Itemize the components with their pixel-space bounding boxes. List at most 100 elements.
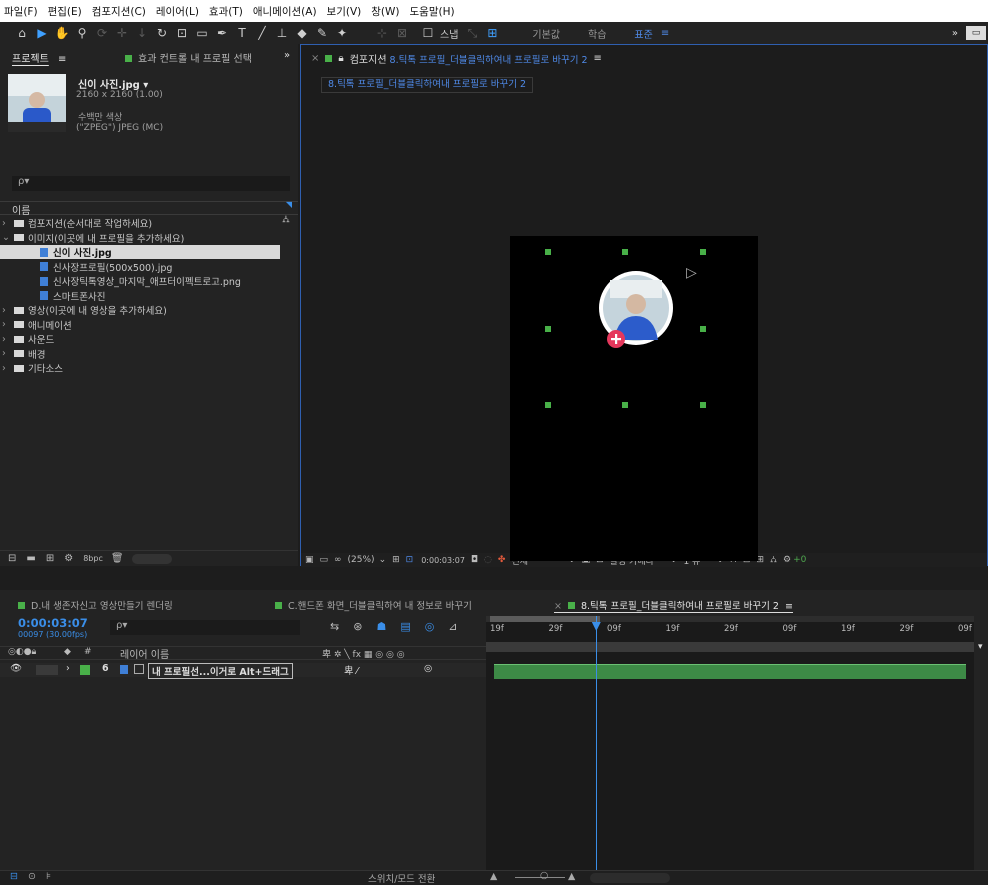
expand-arrow-icon[interactable]: › [2, 334, 14, 345]
menu-item[interactable]: 효과(T) [209, 4, 243, 19]
comp-canvas[interactable] [510, 236, 758, 561]
comp-timecode[interactable]: 0:00:03:07 [421, 556, 465, 565]
region-of-interest-icon[interactable]: ⊡ [406, 555, 414, 565]
expand-arrow-icon[interactable]: › [2, 218, 14, 229]
transform-handle[interactable] [700, 402, 706, 408]
comp-tab-menu[interactable]: ≡ [594, 53, 602, 64]
timeline-tab[interactable]: × 8.틱톡 프로필_더블클릭하여내 프로필로 바꾸기 2 ≡ [554, 598, 793, 613]
layer-expand-icon[interactable]: › [66, 663, 70, 674]
snap-checkbox[interactable]: ☐ [420, 25, 436, 41]
timeline-timecode[interactable]: 0:00:03:07 [18, 616, 88, 630]
pan-tool-icon[interactable]: ✛ [114, 25, 130, 41]
file-item[interactable]: 신사장틱톡영상_마지막_애프터이펙트로고.png [0, 274, 298, 288]
timeline-tracks[interactable]: 19f 29f 09f 19f 29f 09f 19f 29f 09f [486, 616, 974, 878]
search-help-icon[interactable]: ▭ [966, 26, 986, 40]
rectangle-tool-icon[interactable]: ▭ [194, 25, 210, 41]
snap-option-icon[interactable]: ⤡ [464, 25, 480, 41]
name-column-header[interactable]: 이름 [12, 202, 30, 217]
expand-arrow-icon[interactable]: › [2, 363, 14, 374]
comp-tab-close[interactable]: × [311, 53, 319, 64]
always-preview-icon[interactable]: ▣ [305, 555, 314, 565]
menu-item[interactable]: 파일(F) [4, 4, 38, 19]
comp-breadcrumb[interactable]: 8.틱톡 프로필_더블클릭하여내 프로필로 바꾸기 2 [321, 77, 533, 93]
file-item[interactable]: 신이 사진.jpg [0, 245, 280, 259]
new-folder-icon[interactable]: ▬ [26, 553, 35, 564]
flowchart-icon[interactable]: ⛼ [770, 555, 777, 566]
work-area-range[interactable] [490, 616, 600, 622]
zoom-out-icon[interactable]: ▲ [490, 871, 497, 882]
delete-icon[interactable]: 🗑 [111, 553, 124, 564]
interpret-footage-icon[interactable]: ⊟ [8, 553, 16, 564]
menu-item[interactable]: 창(W) [371, 4, 399, 19]
transform-handle[interactable] [545, 402, 551, 408]
project-tab-menu[interactable]: ≡ [58, 54, 66, 65]
project-more[interactable]: » [284, 50, 290, 61]
workspace-standard[interactable]: 표준 [634, 26, 652, 41]
rotate-tool-icon[interactable]: ↻ [154, 25, 170, 41]
roto-tool-icon[interactable]: ✎ [314, 25, 330, 41]
anchor-tool-icon[interactable]: ⊡ [174, 25, 190, 41]
brush-tool-icon[interactable]: ╱ [254, 25, 270, 41]
transform-handle[interactable] [545, 249, 551, 255]
av-features-icons[interactable]: ◎◐●🔒︎ [8, 647, 36, 657]
zoom-dropdown[interactable]: (25%) [348, 555, 375, 565]
comp-flowchart-icon[interactable]: ⛼ [282, 214, 290, 227]
orbit-tool-icon[interactable]: ⟳ [94, 25, 110, 41]
transform-handle[interactable] [700, 326, 706, 332]
pen-tool-icon[interactable]: ✒ [214, 25, 230, 41]
layer-name[interactable]: 내 프로필선...이거로 Alt+드래그 [148, 663, 293, 679]
zoom-chevron-icon[interactable]: ⌄ [379, 555, 387, 565]
expand-arrow-icon[interactable]: › [2, 305, 14, 316]
stamp-tool-icon[interactable]: ⊥ [274, 25, 290, 41]
thumbnail-slider[interactable] [131, 553, 172, 564]
folder-item[interactable]: › 배경 [0, 347, 298, 361]
exposure-icon[interactable]: ⚙ [783, 555, 791, 565]
timeline-tab[interactable]: D.내 생존자신고 영상만들기 렌더링 [18, 598, 173, 612]
transform-handle[interactable] [700, 249, 706, 255]
folder-item[interactable]: › 사운드 [0, 332, 298, 347]
switches-modes-toggle[interactable]: 스위치/모드 전환 [368, 871, 435, 885]
layer-row[interactable]: 👁︎ › 6 내 프로필선...이거로 Alt+드래그 卑 ⁄ ◎ [0, 663, 486, 679]
mask-visibility-icon[interactable]: ∞ [334, 555, 342, 565]
project-tab[interactable]: 프로젝트 ≡ [12, 50, 66, 65]
item-name[interactable]: 신이 사진.jpg ▾ [78, 76, 148, 91]
zoom-in-icon[interactable]: ▲ [568, 871, 575, 882]
file-item[interactable]: 신사장프로필(500x500).jpg [0, 260, 298, 274]
folder-item[interactable]: › 컴포지션(순서대로 작업하세요) [0, 216, 298, 231]
visibility-icon[interactable]: 👁︎ [10, 663, 22, 674]
zoom-slider-handle[interactable]: ○ [540, 870, 548, 881]
folder-item[interactable]: › 기타소스 [0, 361, 298, 376]
layer-name-column[interactable]: 레이어 이름 [120, 646, 169, 661]
bpc-label[interactable]: 8bpc [83, 554, 103, 563]
folder-item[interactable]: › 영상(이곳에 내 영상을 추가하세요) [0, 303, 298, 318]
comp-tab[interactable]: × 🔒︎ 컴포지션 8.틱톡 프로필_더블클릭하여내 프로필로 바꾸기 2 ≡ [311, 51, 602, 66]
shy-layers-icon[interactable]: ☗ [376, 620, 386, 633]
project-search-input[interactable]: ρ▾ [12, 176, 290, 191]
frame-render-icon[interactable]: ⊙ [28, 871, 36, 882]
menu-item[interactable]: 편집(E) [48, 4, 82, 19]
menu-item[interactable]: 보기(V) [327, 4, 362, 19]
profile-image-layer[interactable] [596, 270, 676, 352]
folder-item[interactable]: ⌄ 이미지(이곳에 내 프로필을 추가하세요) [0, 231, 298, 245]
comp-mini-flowchart-icon[interactable]: ⇆ [330, 620, 339, 633]
menu-item[interactable]: 컴포지션(C) [92, 4, 146, 19]
timeline-tab[interactable]: C.핸드폰 화면_더블클릭하여 내 정보로 바꾸기 [275, 598, 472, 612]
number-column[interactable]: # [84, 647, 92, 657]
puppet-tool-icon[interactable]: ✦ [334, 25, 350, 41]
effects-control-tab[interactable]: 효과 컨트롤 내 프로필 선택 [125, 50, 252, 65]
hand-tool-icon[interactable]: ✋ [54, 25, 70, 41]
timeline-tab-close[interactable]: × [554, 601, 562, 612]
timeline-search-input[interactable]: ρ▾ [110, 620, 300, 635]
menu-item[interactable]: 도움말(H) [410, 4, 455, 19]
workspace-menu-icon[interactable]: ≡ [661, 28, 669, 39]
menu-item[interactable]: 애니메이션(A) [253, 4, 317, 19]
expand-arrow-icon[interactable]: › [2, 319, 14, 330]
axis-icon[interactable]: ⊹ [374, 25, 390, 41]
expand-arrow-icon[interactable]: ⌄ [2, 232, 14, 243]
snap-target-icon[interactable]: ⊞ [484, 25, 500, 41]
switches-column[interactable]: 卑 ✲ ╲ fx ▦ ◎ ◎ ◎ [322, 647, 405, 660]
timeline-tab-menu[interactable]: ≡ [785, 601, 793, 612]
layer-parent-icon[interactable]: ◎ [424, 663, 432, 674]
layer-duration-bar[interactable] [494, 664, 966, 679]
workspace-learn[interactable]: 학습 [588, 26, 606, 41]
